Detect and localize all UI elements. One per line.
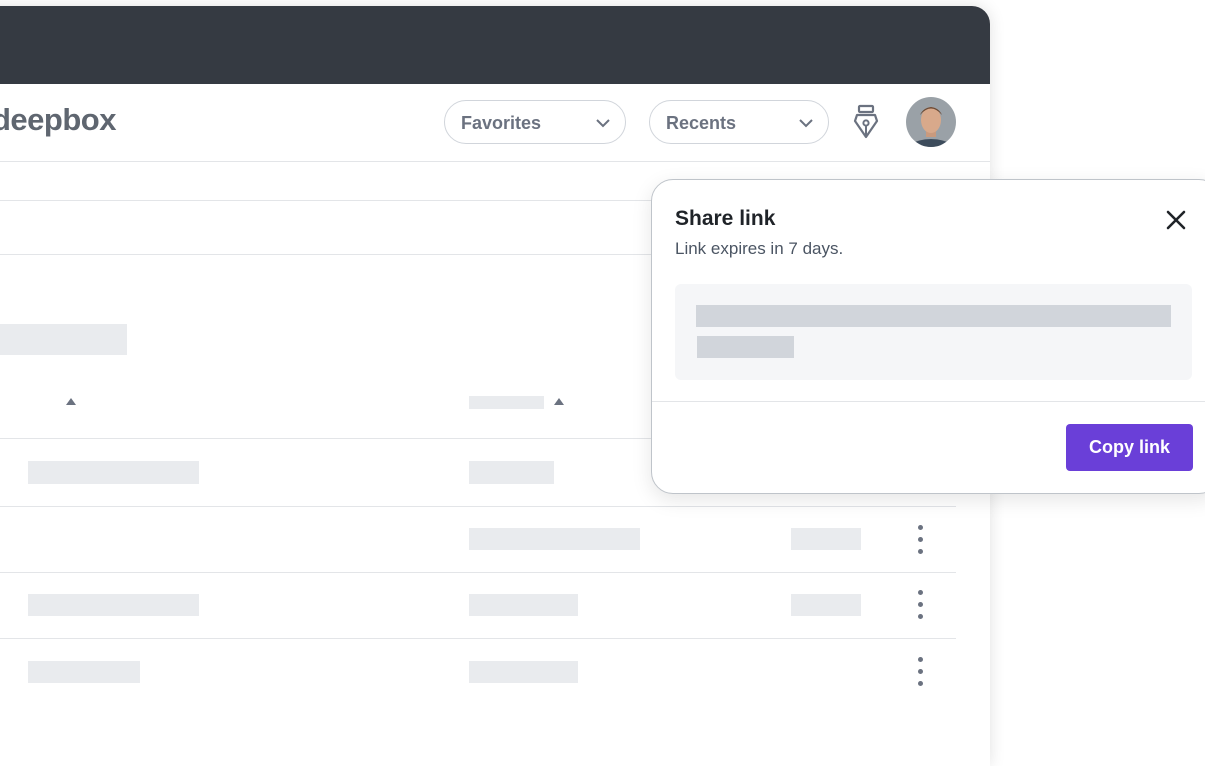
app-logo[interactable]: deepbox [0, 102, 116, 138]
cell-placeholder [28, 461, 199, 484]
cell-placeholder [469, 528, 640, 550]
chevron-down-icon [596, 119, 610, 128]
column-header-placeholder [469, 396, 544, 409]
user-avatar[interactable] [906, 97, 956, 147]
link-text-placeholder [697, 336, 794, 358]
favorites-label: Favorites [461, 113, 542, 133]
recents-label: Recents [666, 113, 737, 133]
close-icon[interactable] [1163, 207, 1189, 233]
cell-placeholder [469, 594, 578, 616]
sort-ascending-icon[interactable] [554, 398, 564, 405]
more-vertical-icon[interactable] [910, 655, 930, 689]
table-divider [0, 572, 956, 573]
cell-placeholder [791, 594, 861, 616]
popup-title: Share link [675, 207, 776, 230]
fountain-pen-icon[interactable] [852, 104, 880, 140]
link-field[interactable] [675, 284, 1192, 380]
chevron-down-icon [799, 119, 813, 128]
popup-subtitle: Link expires in 7 days. [675, 239, 844, 258]
window-titlebar [0, 6, 990, 84]
cell-placeholder [791, 528, 861, 550]
page-title-placeholder [0, 324, 127, 355]
table-divider [0, 506, 956, 507]
cell-placeholder [28, 661, 140, 683]
favorites-dropdown[interactable]: Favorites [444, 100, 626, 144]
cell-placeholder [28, 594, 199, 616]
link-text-placeholder [696, 305, 1171, 327]
sort-ascending-icon[interactable] [66, 398, 76, 405]
cell-placeholder [469, 661, 578, 683]
cell-placeholder [469, 461, 554, 484]
table-divider [0, 638, 956, 639]
recents-dropdown[interactable]: Recents [649, 100, 829, 144]
share-link-popup: Share link Link expires in 7 days. Copy … [651, 179, 1205, 494]
more-vertical-icon[interactable] [910, 588, 930, 622]
app-header: deepbox Favorites Recents [0, 84, 990, 162]
more-vertical-icon[interactable] [910, 523, 930, 557]
copy-link-button[interactable]: Copy link [1066, 424, 1193, 471]
popup-divider [652, 401, 1205, 402]
